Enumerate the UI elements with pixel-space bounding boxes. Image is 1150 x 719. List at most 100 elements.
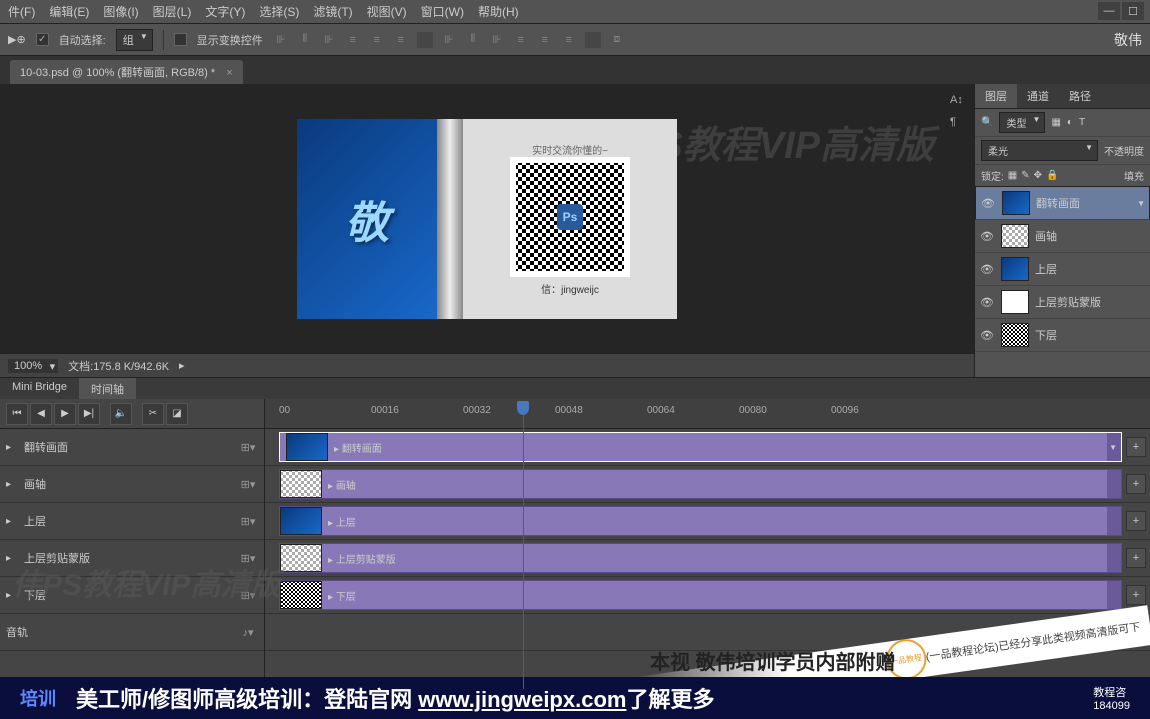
layer-name[interactable]: 下层 [1035,327,1057,343]
menu-view[interactable]: 视图(V) [367,3,407,20]
split-button[interactable]: ✂ [142,403,164,425]
track-header[interactable]: ▸ 下层 ⊞▾ [0,577,264,614]
clip-handle[interactable] [1107,581,1121,609]
visibility-icon[interactable]: 👁 [979,263,995,276]
audio-track-header[interactable]: 音轨 ♪▾ [0,614,264,651]
layer-row[interactable]: 👁 画轴 [975,220,1150,253]
add-clip-button[interactable]: + [1126,474,1146,494]
distribute-icon[interactable]: ≡ [561,32,577,48]
track-icon[interactable]: ⊞▾ [238,478,258,491]
next-frame-button[interactable]: ▶| [78,403,100,425]
character-panel-icon[interactable]: A↕ [950,94,968,106]
add-clip-button[interactable]: + [1126,548,1146,568]
distribute-icon[interactable]: ⊪ [441,32,457,48]
play-button[interactable]: ▶ [54,403,76,425]
layer-name[interactable]: 翻转画面 [1036,195,1080,211]
clip[interactable]: ▸ 画轴 [279,469,1122,499]
menu-window[interactable]: 窗口(W) [421,3,464,20]
timeline-tab[interactable]: 时间轴 [79,378,136,399]
track-icon[interactable]: ⊞▾ [238,552,258,565]
clip[interactable]: ▸ 下层 [279,580,1122,610]
filter-type-select[interactable]: 类型 [999,112,1045,133]
track-header[interactable]: ▸ 上层剪贴蒙版 ⊞▾ [0,540,264,577]
filter-icon[interactable]: T [1079,117,1085,128]
clip-handle[interactable] [1107,507,1121,535]
document-tab[interactable]: 10-03.psd @ 100% (翻转画面, RGB/8) * × [10,60,243,84]
menu-layer[interactable]: 图层(L) [153,3,192,20]
clip[interactable]: ▸ 上层剪贴蒙版 [279,543,1122,573]
lock-pixels-icon[interactable]: ▦ [1008,170,1017,181]
clip-handle[interactable] [1107,470,1121,498]
visibility-icon[interactable]: 👁 [980,197,996,210]
layer-row[interactable]: 👁 下层 [975,319,1150,352]
expand-icon[interactable]: ▸ [6,516,18,527]
maximize-button[interactable]: ☐ [1122,2,1144,20]
track-header[interactable]: ▸ 画轴 ⊞▾ [0,466,264,503]
close-tab-icon[interactable]: × [226,67,232,79]
transition-button[interactable]: ◪ [166,403,188,425]
distribute-icon[interactable]: ⊪ [489,32,505,48]
expand-icon[interactable]: ▸ [6,479,18,490]
expand-icon[interactable]: ▸ [6,553,18,564]
visibility-icon[interactable]: 👁 [979,296,995,309]
add-clip-button[interactable]: + [1126,585,1146,605]
paths-tab[interactable]: 路径 [1059,84,1101,108]
layer-name[interactable]: 上层剪贴蒙版 [1035,294,1101,310]
show-transform-checkbox[interactable] [174,33,187,46]
layers-tab[interactable]: 图层 [975,84,1017,108]
track-icon[interactable]: ⊞▾ [238,589,258,602]
align-icon[interactable]: ⊪ [273,32,289,48]
paragraph-panel-icon[interactable]: ¶ [950,116,968,128]
zoom-select[interactable]: 100% [8,359,58,373]
prev-frame-button[interactable]: ◀ [30,403,52,425]
align-icon[interactable]: ⫴ [297,32,313,48]
track-icon[interactable]: ⊞▾ [238,441,258,454]
track-header[interactable]: ▸ 上层 ⊞▾ [0,503,264,540]
add-clip-button[interactable]: + [1126,511,1146,531]
playhead[interactable] [523,401,524,689]
layer-row[interactable]: 👁 上层剪贴蒙版 [975,286,1150,319]
align-icon[interactable]: ≡ [345,32,361,48]
visibility-icon[interactable]: 👁 [979,230,995,243]
goto-start-button[interactable]: ⏮ [6,403,28,425]
clip-handle[interactable] [1107,433,1121,461]
minibridge-tab[interactable]: Mini Bridge [0,378,79,399]
layer-name[interactable]: 上层 [1035,261,1057,277]
menu-select[interactable]: 选择(S) [259,3,299,20]
lock-position-icon[interactable]: ✥ [1034,170,1042,181]
align-icon[interactable]: ≡ [369,32,385,48]
align-icon[interactable]: ⊪ [321,32,337,48]
3d-icon[interactable]: ⧈ [609,32,625,48]
track-header[interactable]: ▸ 翻转画面 ⊞▾ [0,429,264,466]
distribute-icon[interactable]: ⫴ [465,32,481,48]
timeline-ruler[interactable]: 00 00016 00032 00048 00064 00080 00096 [265,399,1150,429]
audio-icon[interactable]: ♪▾ [238,626,258,639]
canvas-viewport[interactable]: 伟PS教程VIP高清版 敬 实时交流你懂的~ Ps 信：jingweijc [0,84,974,353]
layer-name[interactable]: 画轴 [1035,228,1057,244]
distribute-icon[interactable]: ≡ [537,32,553,48]
minimize-button[interactable]: — [1098,2,1120,20]
auto-select-mode[interactable]: 组 [116,29,153,51]
clip[interactable]: ▸ 翻转画面 [279,432,1122,462]
filter-type-icon[interactable]: 🔍 [981,117,993,128]
clip[interactable]: ▸ 上层 [279,506,1122,536]
filter-icon[interactable]: ◐ [1067,117,1073,128]
blend-mode-select[interactable]: 柔光 [981,140,1098,161]
filter-icon[interactable]: ▦ [1051,117,1060,128]
distribute-icon[interactable]: ≡ [513,32,529,48]
menu-image[interactable]: 图像(I) [103,3,138,20]
lock-brush-icon[interactable]: ✎ [1021,170,1029,181]
channels-tab[interactable]: 通道 [1017,84,1059,108]
track-icon[interactable]: ⊞▾ [238,515,258,528]
visibility-icon[interactable]: 👁 [979,329,995,342]
menu-help[interactable]: 帮助(H) [478,3,519,20]
layer-row[interactable]: 👁 翻转画面 [975,186,1150,220]
auto-select-checkbox[interactable] [36,33,49,46]
menu-type[interactable]: 文字(Y) [205,3,245,20]
menu-filter[interactable]: 滤镜(T) [313,3,352,20]
mute-button[interactable]: 🔈 [110,403,132,425]
clip-handle[interactable] [1107,544,1121,572]
expand-icon[interactable]: ▸ [6,590,18,601]
expand-icon[interactable]: ▸ [6,442,18,453]
lock-all-icon[interactable]: 🔒 [1046,170,1058,181]
